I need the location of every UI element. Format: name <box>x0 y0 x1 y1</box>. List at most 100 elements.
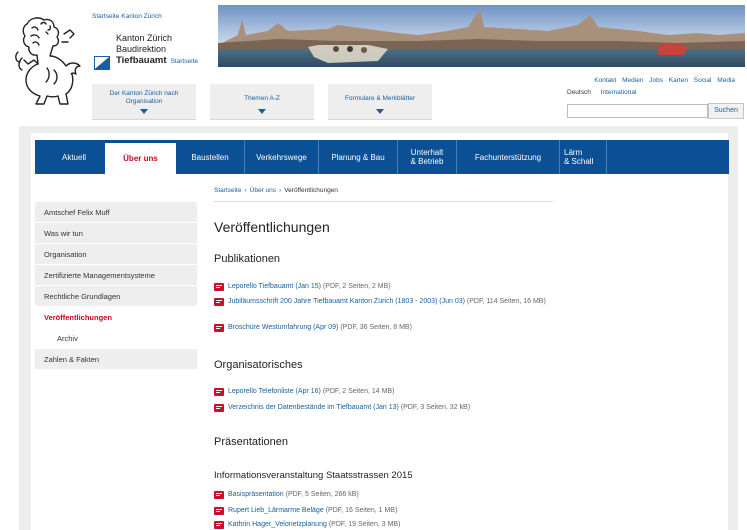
nav-label: & Betrieb <box>410 157 444 166</box>
breadcrumb-startseite[interactable]: Startseite <box>214 187 241 194</box>
doc-item: Verzeichnis der Datenbestände im Tiefbau… <box>214 403 554 413</box>
pdf-icon <box>214 298 224 306</box>
pdf-icon <box>214 521 224 529</box>
zurich-flag-icon <box>94 56 110 70</box>
doc-item: Basispräsentation (PDF, 5 Seiten, 266 kB… <box>214 490 554 500</box>
util-link-kontakt[interactable]: Kontakt <box>594 77 616 84</box>
doc-meta: (PDF, 2 Seiten, 2 MB) <box>322 283 391 290</box>
section-heading-organisatorisches: Organisatorisches <box>214 359 303 371</box>
nav-ueber-uns[interactable]: Über uns <box>105 143 176 174</box>
sidebar-item-organisation[interactable]: Organisation <box>35 244 197 265</box>
breadcrumb-divider <box>214 201 553 202</box>
doc-meta: (PDF, 2 Seiten, 14 MB) <box>322 388 395 395</box>
zurich-panorama-banner <box>218 5 745 67</box>
doc-link[interactable]: Rupert Lieb_Lärmarme Beläge <box>228 507 324 514</box>
breadcrumb: Startseite › Über uns › Veröffentlichungen <box>214 187 338 194</box>
language-international[interactable]: International <box>601 89 637 96</box>
doc-meta: (PDF, 16 Seiten, 1 MB) <box>325 507 398 514</box>
nav-label: Unterhalt <box>410 148 444 157</box>
nav-label: Aktuell <box>61 152 86 162</box>
directorate-name: Baudirektion <box>116 44 167 54</box>
pdf-icon <box>214 324 224 332</box>
nav-planung-bau[interactable]: Planung & Bau <box>319 140 397 174</box>
chevron-down-icon <box>376 109 384 114</box>
nav-label: Über uns <box>123 154 158 163</box>
breadcrumb-separator: › <box>244 187 247 194</box>
util-link-medien[interactable]: Medien <box>622 77 643 84</box>
chevron-down-icon <box>140 109 148 114</box>
nav-label: & Schall <box>564 157 594 166</box>
nav-label: Lärm <box>564 148 583 157</box>
pdf-icon <box>214 404 224 412</box>
section-heading-publikationen: Publikationen <box>214 253 281 265</box>
sidebar-item-managementsysteme[interactable]: Zertifizierte Managementsysteme <box>35 265 197 286</box>
doc-link[interactable]: Basispräsentation <box>228 491 284 498</box>
doc-link[interactable]: Kathrin Hager_Velonetzplanung <box>228 521 327 528</box>
kanton-name: Kanton Zürich <box>116 33 173 43</box>
sidebar-item-was-wir-tun[interactable]: Was wir tun <box>35 223 197 244</box>
pdf-icon <box>214 507 224 515</box>
doc-meta: (PDF, 36 Seiten, 8 MB) <box>340 324 412 331</box>
mega-tab-formulare[interactable]: Formulare & Merkblätter <box>328 84 432 120</box>
doc-link[interactable]: Broschüre Westumfahrung (Apr 09) <box>228 324 338 331</box>
doc-item: Leporello Tiefbauamt (Jan 15) (PDF, 2 Se… <box>214 282 554 292</box>
util-link-karten[interactable]: Karten <box>669 77 688 84</box>
kanton-home-link[interactable]: Startseite Kanton Zürich <box>92 13 162 20</box>
breadcrumb-current: Veröffentlichungen <box>284 187 338 194</box>
sidebar-item-veroeffentlichungen[interactable]: Veröffentlichungen <box>35 307 197 328</box>
doc-item: Jubiläumsschrift 200 Jahre Tiefbauamt Ka… <box>214 297 554 307</box>
doc-meta: (PDF, 5 Seiten, 266 kB) <box>285 491 359 498</box>
doc-link[interactable]: Verzeichnis der Datenbestände im Tiefbau… <box>228 404 399 411</box>
breadcrumb-ueber-uns[interactable]: Über uns <box>250 187 276 194</box>
mega-tab-label: Organisation <box>125 98 163 105</box>
pdf-icon <box>214 283 224 291</box>
language-current: Deutsch <box>567 89 591 96</box>
mega-tab-label: Formulare & Merkblätter <box>344 95 416 102</box>
mega-tab-label: Themen A-Z <box>244 95 280 102</box>
doc-link[interactable]: Jubiläumsschrift 200 Jahre Tiefbauamt Ka… <box>228 298 465 305</box>
doc-link[interactable]: Leporello Tiefbauamt (Jan 15) <box>228 283 321 290</box>
doc-item: Leporello Telefonliste (Apr 16) (PDF, 2 … <box>214 387 554 397</box>
subsection-heading-infoveranstaltung: Informationsveranstaltung Staatsstrassen… <box>214 470 413 481</box>
section-heading-praesentationen: Präsentationen <box>214 436 288 448</box>
doc-item: Rupert Lieb_Lärmarme Beläge (PDF, 16 Sei… <box>214 506 554 516</box>
nav-label: Verkehrswege <box>256 152 307 162</box>
nav-unterhalt-betrieb[interactable]: Unterhalt & Betrieb <box>398 140 456 174</box>
nav-aktuell[interactable]: Aktuell <box>43 140 105 174</box>
nav-verkehrswege[interactable]: Verkehrswege <box>245 140 318 174</box>
doc-link[interactable]: Leporello Telefonliste (Apr 16) <box>228 388 321 395</box>
sidebar-item-amtschef[interactable]: Amtschef Felix Muff <box>35 202 197 223</box>
doc-item: Broschüre Westumfahrung (Apr 09) (PDF, 3… <box>214 323 554 333</box>
nav-divider <box>606 140 607 174</box>
office-home-link[interactable]: Startseite <box>171 58 198 65</box>
utility-links: Kontakt Medien Jobs Karten Social Media <box>594 77 735 84</box>
nav-fachunterstuetzung[interactable]: Fachunterstützung <box>457 140 559 174</box>
sidebar-nav: Amtschef Felix Muff Was wir tun Organisa… <box>35 202 197 370</box>
nav-baustellen[interactable]: Baustellen <box>176 140 244 174</box>
nav-label: Fachunterstützung <box>474 152 542 162</box>
nav-label: Planung & Bau <box>331 152 385 162</box>
nav-laerm-schall[interactable]: Lärm & Schall <box>560 140 606 174</box>
search-button[interactable]: Suchen <box>708 103 744 119</box>
sidebar-item-archiv[interactable]: Archiv <box>35 328 197 349</box>
mega-tab-organisation[interactable]: Der Kanton Zürich nach Organisation <box>92 84 196 120</box>
doc-meta: (PDF, 3 Seiten, 32 kB) <box>400 404 471 411</box>
doc-meta: (PDF, 114 Seiten, 16 MB) <box>466 298 546 305</box>
chevron-down-icon <box>258 109 266 114</box>
breadcrumb-separator: › <box>279 187 282 194</box>
search-input[interactable] <box>567 104 708 118</box>
mega-tab-label: Der Kanton Zürich nach <box>109 90 179 97</box>
office-title: Kanton Zürich Baudirektion Tiefbauamt Sta… <box>116 33 198 67</box>
sidebar-item-zahlen-fakten[interactable]: Zahlen & Fakten <box>35 349 197 370</box>
doc-meta: (PDF, 19 Seiten, 3 MB) <box>328 521 401 528</box>
pdf-icon <box>214 388 224 396</box>
sidebar-item-rechtliche-grundlagen[interactable]: Rechtliche Grundlagen <box>35 286 197 307</box>
util-link-jobs[interactable]: Jobs <box>649 77 663 84</box>
util-link-social-media[interactable]: Social Media <box>694 77 735 84</box>
zurich-lion-logo[interactable] <box>14 12 86 108</box>
mega-tab-themen[interactable]: Themen A-Z <box>210 84 314 120</box>
nav-label: Baustellen <box>191 152 229 162</box>
office-name: Tiefbauamt <box>116 55 167 66</box>
page-title: Veröffentlichungen <box>214 219 330 235</box>
doc-item: Kathrin Hager_Velonetzplanung (PDF, 19 S… <box>214 520 554 530</box>
